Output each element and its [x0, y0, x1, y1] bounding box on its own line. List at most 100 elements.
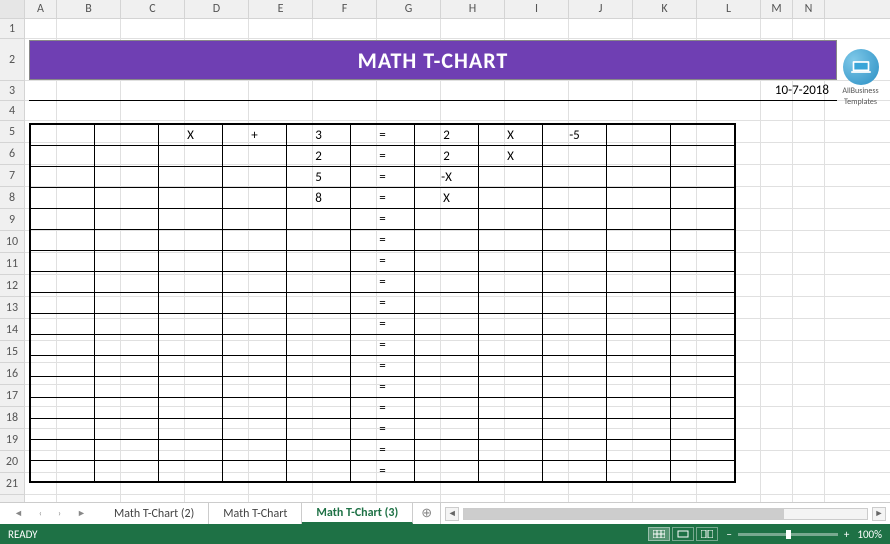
cell-F5[interactable]: 3 [287, 125, 351, 146]
cell-B6[interactable] [31, 146, 95, 167]
cell-C10[interactable] [95, 230, 159, 251]
cell-I6[interactable]: X [479, 146, 543, 167]
cell-F15[interactable] [287, 335, 351, 356]
column-header-K[interactable]: K [633, 0, 697, 18]
cell-G16[interactable]: = [351, 356, 415, 377]
cell-E16[interactable] [223, 356, 287, 377]
cell-B10[interactable] [31, 230, 95, 251]
cell-C19[interactable] [95, 419, 159, 440]
cell-D21[interactable] [159, 461, 223, 482]
cell-H14[interactable] [415, 314, 479, 335]
cell-L8[interactable] [671, 188, 735, 209]
row-header-1[interactable]: 1 [0, 19, 24, 39]
cell-L5[interactable] [671, 125, 735, 146]
cell-G10[interactable]: = [351, 230, 415, 251]
cell-E5[interactable]: + [223, 125, 287, 146]
cell-C16[interactable] [95, 356, 159, 377]
cell-G14[interactable]: = [351, 314, 415, 335]
cell-D15[interactable] [159, 335, 223, 356]
cell-L15[interactable] [671, 335, 735, 356]
cell-G15[interactable]: = [351, 335, 415, 356]
cell-I11[interactable] [479, 251, 543, 272]
column-header-D[interactable]: D [185, 0, 249, 18]
add-sheet-button[interactable]: ⊕ [413, 503, 441, 524]
cell-H18[interactable] [415, 398, 479, 419]
cell-C21[interactable] [95, 461, 159, 482]
cell-I8[interactable] [479, 188, 543, 209]
cell-B7[interactable] [31, 167, 95, 188]
cell-I12[interactable] [479, 272, 543, 293]
cell-G19[interactable]: = [351, 419, 415, 440]
cell-K13[interactable] [607, 293, 671, 314]
cell-J20[interactable] [543, 440, 607, 461]
cell-E12[interactable] [223, 272, 287, 293]
cell-B12[interactable] [31, 272, 95, 293]
cell-J14[interactable] [543, 314, 607, 335]
cell-G5[interactable]: = [351, 125, 415, 146]
cell-H8[interactable]: X [415, 188, 479, 209]
tchart-table[interactable]: X+3=2X-52=2X5=-X8=X============= [29, 123, 736, 483]
cell-D11[interactable] [159, 251, 223, 272]
cell-I17[interactable] [479, 377, 543, 398]
cell-G12[interactable]: = [351, 272, 415, 293]
cell-G8[interactable]: = [351, 188, 415, 209]
cell-K15[interactable] [607, 335, 671, 356]
column-header-C[interactable]: C [121, 0, 185, 18]
row-header-7[interactable]: 7 [0, 165, 24, 187]
column-header-H[interactable]: H [441, 0, 505, 18]
cell-J9[interactable] [543, 209, 607, 230]
cell-C13[interactable] [95, 293, 159, 314]
cell-I18[interactable] [479, 398, 543, 419]
row-header-13[interactable]: 13 [0, 297, 24, 319]
cell-B17[interactable] [31, 377, 95, 398]
cell-E9[interactable] [223, 209, 287, 230]
cell-L14[interactable] [671, 314, 735, 335]
cell-F21[interactable] [287, 461, 351, 482]
cell-D16[interactable] [159, 356, 223, 377]
page-layout-view-button[interactable] [672, 527, 694, 541]
cell-D14[interactable] [159, 314, 223, 335]
cell-H6[interactable]: 2 [415, 146, 479, 167]
column-header-F[interactable]: F [313, 0, 377, 18]
cell-J6[interactable] [543, 146, 607, 167]
horizontal-scrollbar[interactable]: ◄ ► [441, 503, 890, 524]
row-header-10[interactable]: 10 [0, 231, 24, 253]
zoom-out-button[interactable]: − [726, 528, 731, 541]
row-header-9[interactable]: 9 [0, 209, 24, 231]
cell-D13[interactable] [159, 293, 223, 314]
cell-C20[interactable] [95, 440, 159, 461]
cell-I16[interactable] [479, 356, 543, 377]
cell-E19[interactable] [223, 419, 287, 440]
cell-K14[interactable] [607, 314, 671, 335]
row-header-17[interactable]: 17 [0, 385, 24, 407]
row-header-3[interactable]: 3 [0, 81, 24, 101]
cell-E21[interactable] [223, 461, 287, 482]
cell-B11[interactable] [31, 251, 95, 272]
cell-L13[interactable] [671, 293, 735, 314]
column-header-L[interactable]: L [697, 0, 761, 18]
cell-H12[interactable] [415, 272, 479, 293]
cell-D20[interactable] [159, 440, 223, 461]
zoom-level[interactable]: 100% [857, 528, 882, 541]
cell-H16[interactable] [415, 356, 479, 377]
cell-C8[interactable] [95, 188, 159, 209]
cell-K18[interactable] [607, 398, 671, 419]
page-break-view-button[interactable] [696, 527, 718, 541]
cell-F18[interactable] [287, 398, 351, 419]
cell-J21[interactable] [543, 461, 607, 482]
scroll-left-button[interactable]: ◄ [445, 507, 459, 521]
cell-K16[interactable] [607, 356, 671, 377]
row-header-11[interactable]: 11 [0, 253, 24, 275]
sheet-tab-2[interactable]: Math T-Chart (3) [302, 503, 413, 524]
cell-L12[interactable] [671, 272, 735, 293]
cell-F8[interactable]: 8 [287, 188, 351, 209]
cell-L6[interactable] [671, 146, 735, 167]
column-header-B[interactable]: B [57, 0, 121, 18]
cell-K19[interactable] [607, 419, 671, 440]
cell-H21[interactable] [415, 461, 479, 482]
cell-J13[interactable] [543, 293, 607, 314]
cell-K5[interactable] [607, 125, 671, 146]
cell-H5[interactable]: 2 [415, 125, 479, 146]
cell-L18[interactable] [671, 398, 735, 419]
cell-G17[interactable]: = [351, 377, 415, 398]
